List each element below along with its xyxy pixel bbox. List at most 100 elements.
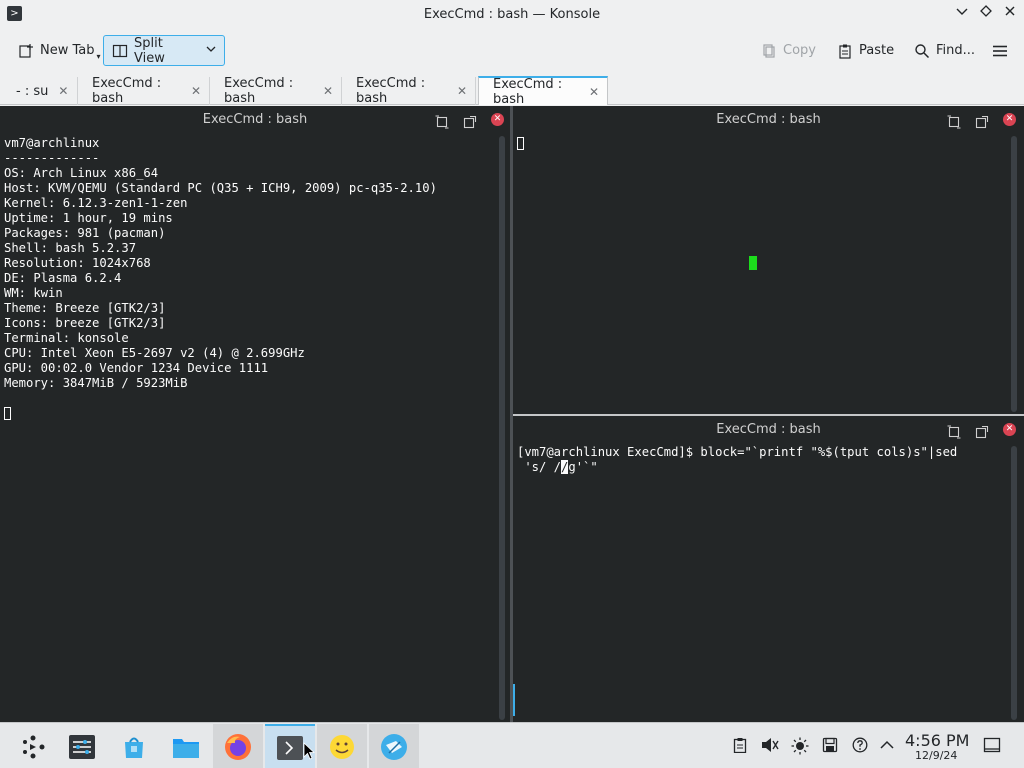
konsole-icon[interactable] — [265, 724, 315, 768]
toolbar: New Tab ▾ Split View Copy Paste Find... — [0, 29, 1024, 73]
maximize-pane-icon[interactable] — [947, 422, 961, 439]
search-icon — [914, 43, 930, 59]
tab-execcmd-2[interactable]: ExecCmd : bash ✕ — [210, 76, 342, 106]
terminal-cursor — [4, 406, 11, 421]
file-manager-icon[interactable] — [161, 724, 211, 768]
new-tab-label: New Tab — [40, 43, 95, 58]
storage-icon[interactable] — [821, 737, 839, 755]
show-desktop-icon[interactable] — [983, 737, 1001, 755]
clipboard-icon[interactable] — [731, 737, 749, 755]
detach-pane-icon[interactable] — [975, 422, 989, 439]
close-tab-icon[interactable]: ✕ — [323, 84, 333, 98]
terminal-line: Memory: 3847MiB / 5923MiB — [4, 376, 188, 390]
tab-label: ExecCmd : bash — [92, 76, 162, 106]
find-label: Find... — [936, 43, 976, 58]
pane-title: ExecCmd : bash — [716, 422, 821, 437]
tab-execcmd-3[interactable]: ExecCmd : bash ✕ — [342, 76, 476, 106]
krfb-icon[interactable] — [369, 724, 419, 768]
chevron-up-icon[interactable] — [878, 737, 896, 755]
detach-pane-icon[interactable] — [975, 112, 989, 129]
pane-title: ExecCmd : bash — [202, 112, 308, 127]
split-view-label: Split View — [134, 35, 165, 66]
terminal-line: GPU: 00:02.0 Vendor 1234 Device 1111 — [4, 361, 269, 375]
paste-icon — [837, 43, 853, 59]
discover-icon[interactable] — [109, 724, 159, 768]
hamburger-menu-button[interactable] — [984, 35, 1016, 66]
close-tab-icon[interactable]: ✕ — [457, 84, 467, 98]
tab-execcmd-1[interactable]: ExecCmd : bash ✕ — [78, 76, 210, 106]
close-pane-icon[interactable]: ✕ — [1003, 113, 1016, 126]
terminal-line: Resolution: 1024x768 — [4, 256, 151, 270]
close-pane-icon[interactable]: ✕ — [1003, 423, 1016, 436]
volume-muted-icon[interactable] — [761, 737, 779, 755]
active-pane-indicator — [513, 684, 515, 716]
terminal-pane-top-right[interactable]: ExecCmd : bash ✕ — [513, 106, 1024, 414]
new-tab-icon — [18, 43, 34, 59]
app-launcher-icon[interactable] — [8, 724, 58, 768]
copy-icon — [761, 43, 777, 59]
terminal-pane-left[interactable]: ExecCmd : bash ✕ vm7@archlinux ----------… — [0, 106, 510, 722]
close-tab-icon[interactable]: ✕ — [58, 84, 68, 98]
pane-title: ExecCmd : bash — [716, 112, 821, 127]
terminal-line: Host: KVM/QEMU (Standard PC (Q35 + ICH9,… — [4, 181, 437, 195]
firefox-icon[interactable] — [213, 724, 263, 768]
split-view-icon — [112, 43, 128, 59]
help-icon[interactable] — [851, 737, 869, 755]
close-tab-icon[interactable]: ✕ — [589, 85, 599, 99]
terminal-line: vm7@archlinux — [4, 136, 100, 150]
pane-header: ExecCmd : bash ✕ — [0, 106, 510, 134]
hamburger-menu-icon — [992, 43, 1008, 59]
terminal-line: Icons: breeze [GTK2/3] — [4, 316, 166, 330]
tab-label: ExecCmd : bash — [356, 76, 426, 106]
clock-time[interactable]: 4:56 PM — [905, 731, 969, 750]
keep-above-icon[interactable] — [976, 4, 996, 24]
terminal-command-line: [vm7@archlinux ExecCmd]$ block="`printf … — [517, 445, 957, 475]
paste-button[interactable]: Paste — [829, 35, 902, 66]
terminal-line: Uptime: 1 hour, 19 mins — [4, 211, 173, 225]
terminal-cursor — [517, 136, 524, 151]
pane-header: ExecCmd : bash ✕ — [513, 416, 1024, 444]
detach-pane-icon[interactable] — [463, 112, 477, 129]
find-button[interactable]: Find... — [906, 35, 983, 66]
green-block-cursor — [749, 256, 757, 270]
copy-button[interactable]: Copy — [753, 35, 824, 66]
clock-date[interactable]: 12/9/24 — [915, 749, 957, 762]
terminal-line: DE: Plasma 6.2.4 — [4, 271, 122, 285]
new-tab-button[interactable]: New Tab ▾ — [10, 35, 109, 66]
tab-su[interactable]: - : su ✕ — [2, 77, 78, 105]
scrollbar[interactable] — [499, 136, 505, 720]
tab-label: ExecCmd : bash — [224, 76, 294, 106]
command-text: [vm7@archlinux ExecCmd]$ block="`printf … — [517, 445, 958, 459]
scrollbar[interactable] — [1011, 446, 1017, 720]
system-settings-icon[interactable] — [57, 724, 107, 768]
close-icon[interactable] — [1000, 4, 1020, 24]
terminal-output: vm7@archlinux ------------- OS: Arch Linux… — [4, 136, 437, 391]
maximize-pane-icon[interactable] — [435, 112, 449, 129]
close-tab-icon[interactable]: ✕ — [191, 84, 201, 98]
paste-label: Paste — [859, 43, 895, 58]
chevron-down-icon: ▾ — [96, 52, 101, 61]
scrollbar[interactable] — [1011, 136, 1017, 412]
tab-execcmd-active[interactable]: ExecCmd : bash ✕ — [478, 76, 608, 107]
terminal-line: ------------- — [4, 151, 100, 165]
command-text-cont: 's/ / — [517, 460, 562, 474]
terminal-line: Packages: 981 (pacman) — [4, 226, 166, 240]
smiley-app-icon[interactable] — [317, 724, 367, 768]
terminal-line: Theme: Breeze [GTK2/3] — [4, 301, 166, 315]
maximize-pane-icon[interactable] — [947, 112, 961, 129]
terminal-pane-bottom-right[interactable]: ExecCmd : bash ✕ [vm7@archlinux ExecCmd]… — [513, 416, 1024, 722]
brightness-icon[interactable] — [791, 737, 809, 755]
chevron-down-icon[interactable] — [206, 43, 216, 58]
taskbar: 4:56 PM 12/9/24 — [0, 722, 1024, 768]
window-title: ExecCmd : bash — Konsole — [423, 7, 601, 22]
split-view-button[interactable]: Split View — [103, 35, 225, 66]
minimize-icon[interactable] — [952, 4, 972, 24]
copy-label: Copy — [783, 43, 816, 58]
close-pane-icon[interactable]: ✕ — [491, 113, 504, 126]
tab-label: - : su — [16, 83, 49, 99]
terminal-line: OS: Arch Linux x86_64 — [4, 166, 159, 180]
terminal-line: Kernel: 6.12.3-zen1-1-zen — [4, 196, 188, 210]
window-titlebar[interactable]: > ExecCmd : bash — Konsole — [0, 0, 1024, 29]
command-text-end: g'`" — [568, 460, 598, 474]
tab-bar: - : su ✕ ExecCmd : bash ✕ ExecCmd : bash… — [0, 73, 1024, 107]
